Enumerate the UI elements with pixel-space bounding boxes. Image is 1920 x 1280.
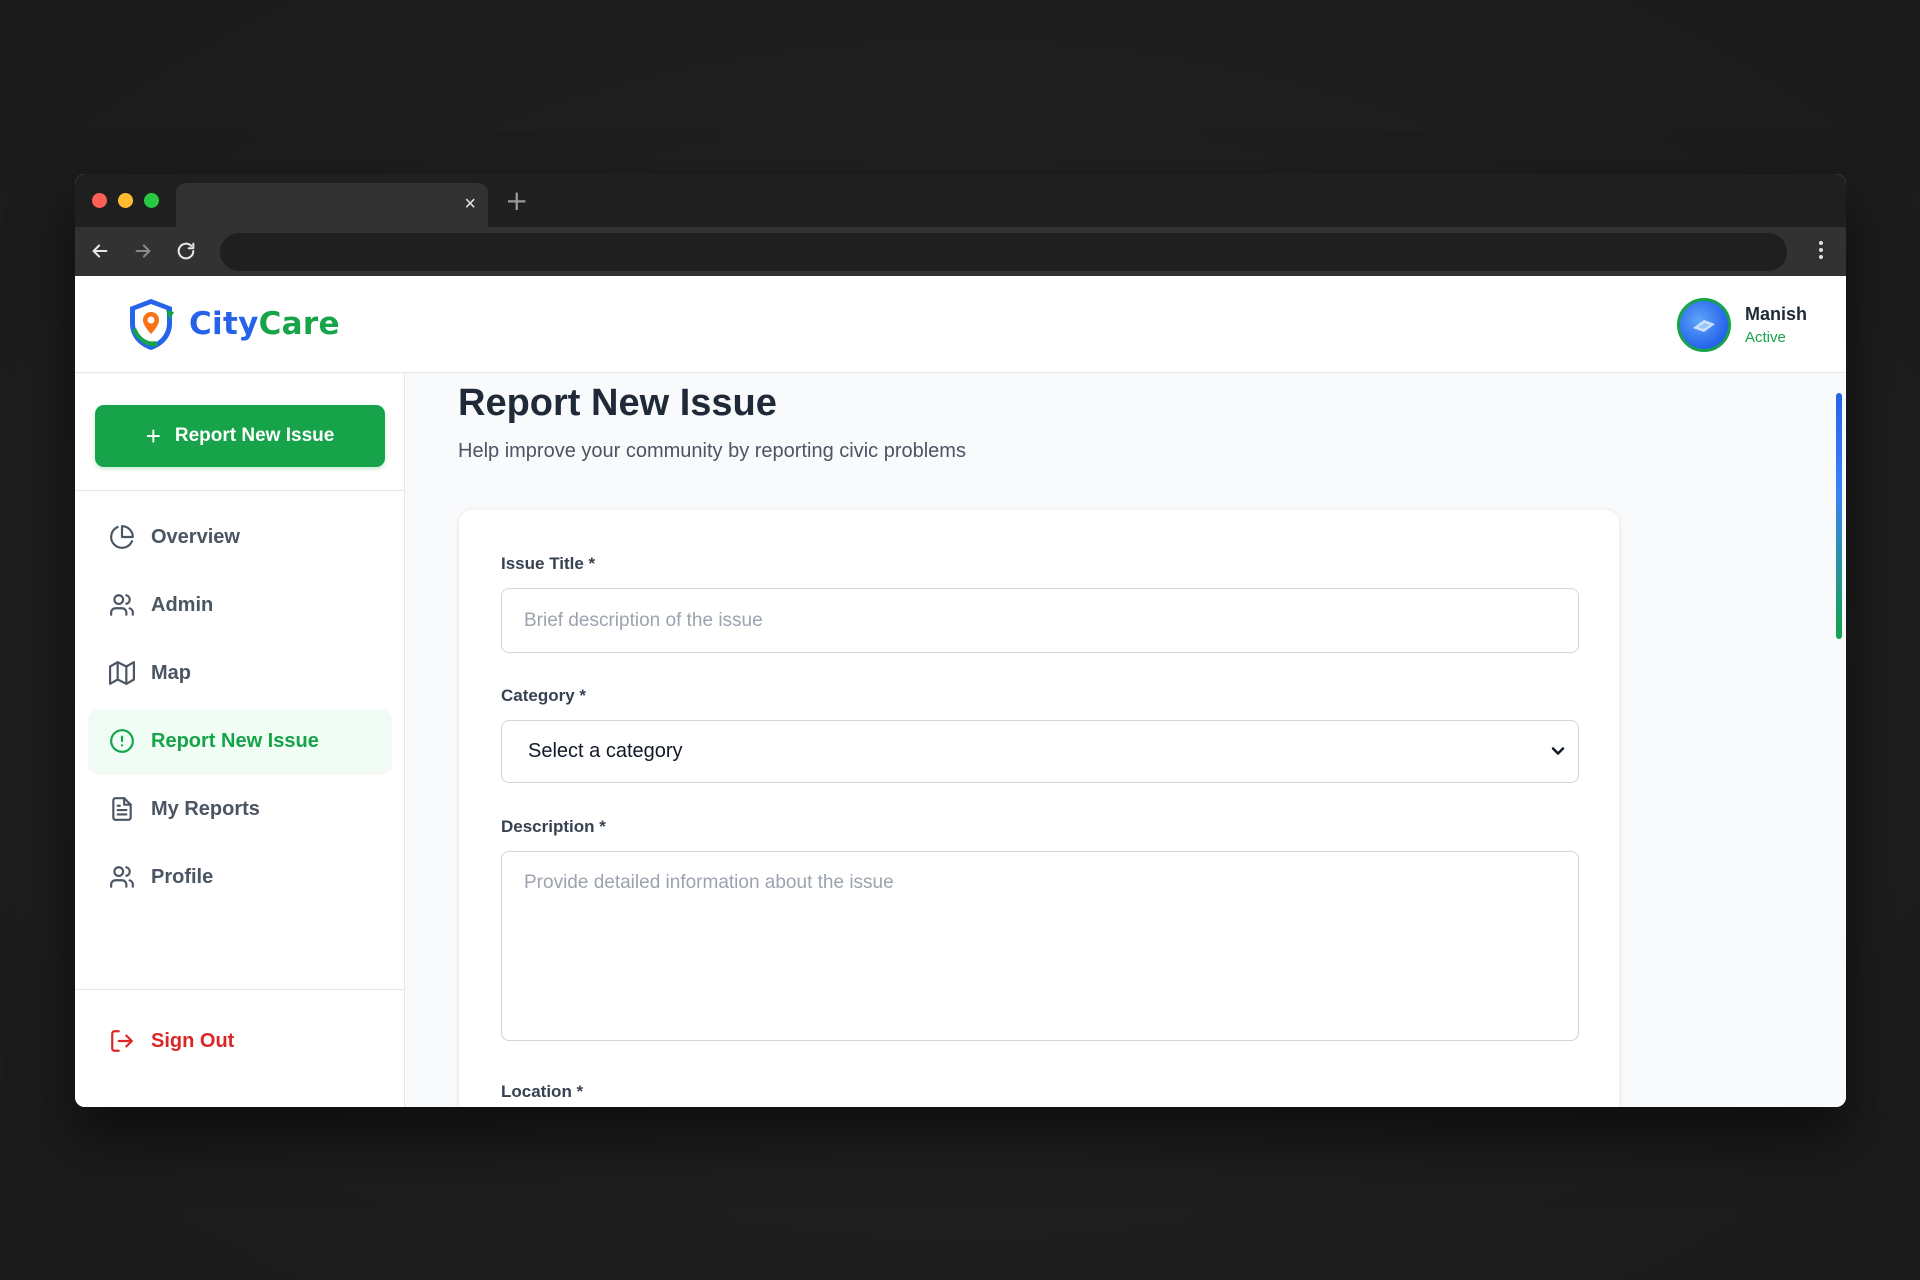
page-subtitle: Help improve your community by reporting… — [458, 440, 966, 462]
category-label: Category * — [501, 686, 587, 705]
alert-circle-icon — [110, 729, 134, 753]
description-label: Description * — [501, 817, 606, 836]
report-issue-form: Issue Title * Category * Select a catego… — [458, 509, 1620, 1107]
report-new-issue-button-label: Report New Issue — [174, 425, 335, 446]
close-tab-icon[interactable]: × — [464, 193, 476, 215]
issue-title-input[interactable] — [501, 588, 1579, 653]
reload-icon[interactable] — [172, 237, 200, 265]
shield-location-logo-icon — [130, 299, 174, 350]
location-label: Location * — [501, 1082, 584, 1101]
report-new-issue-button[interactable]: + Report New Issue — [95, 405, 385, 467]
minimize-window-button[interactable] — [118, 193, 133, 208]
forward-icon[interactable] — [129, 237, 157, 265]
category-select[interactable]: Select a category — [501, 720, 1579, 783]
sidebar-item-label: Overview — [151, 525, 240, 548]
sidebar-item-label: Report New Issue — [151, 729, 319, 752]
log-out-icon — [111, 1030, 133, 1052]
sidebar-item-label: Map — [151, 661, 191, 684]
avatar-image-icon — [1692, 320, 1715, 332]
browser-window: × + CityCare Manish Active + Report New … — [75, 174, 1846, 1107]
browser-tab[interactable]: × — [176, 183, 488, 227]
maximize-window-button[interactable] — [144, 193, 159, 208]
plus-icon: + — [145, 421, 161, 451]
browser-menu-icon[interactable] — [1816, 238, 1826, 264]
sidebar-nav: Overview Admin Map Report New Issue My R… — [89, 506, 391, 914]
app-root: CityCare Manish Active + Report New Issu… — [75, 276, 1846, 1107]
brand-name: CityCare — [189, 306, 340, 342]
new-tab-button[interactable]: + — [505, 186, 528, 216]
sign-out-button[interactable]: Sign Out — [109, 1028, 234, 1054]
address-bar[interactable] — [220, 233, 1787, 271]
pie-chart-icon — [110, 525, 134, 549]
users-icon — [110, 866, 134, 888]
sidebar-item-label: My Reports — [151, 797, 260, 820]
sidebar-item-label: Profile — [151, 865, 214, 888]
sidebar-item-admin[interactable]: Admin — [89, 574, 391, 636]
sidebar-item-profile[interactable]: Profile — [89, 846, 391, 908]
app-header: CityCare Manish Active — [75, 276, 1846, 373]
sidebar-divider — [75, 989, 404, 990]
category-select-value: Select a category — [528, 740, 683, 762]
user-name: Manish — [1744, 304, 1807, 324]
user-menu[interactable]: Manish Active — [1676, 298, 1807, 352]
description-textarea[interactable] — [501, 851, 1579, 1041]
chevron-down-icon — [1551, 747, 1565, 755]
back-icon[interactable] — [86, 237, 114, 265]
browser-toolbar — [75, 227, 1846, 276]
sidebar: + Report New Issue Overview Admin Map Re… — [75, 374, 405, 1107]
app-logo[interactable]: CityCare — [124, 296, 340, 352]
users-icon — [110, 594, 134, 616]
user-status: Active — [1744, 329, 1786, 346]
file-text-icon — [112, 797, 132, 821]
sign-out-label: Sign Out — [151, 1029, 235, 1052]
sidebar-item-my-reports[interactable]: My Reports — [89, 778, 391, 840]
sidebar-divider — [75, 490, 404, 491]
sidebar-item-report-new-issue[interactable]: Report New Issue — [89, 710, 391, 772]
main-content: Report New Issue Help improve your commu… — [406, 374, 1846, 1107]
sidebar-item-overview[interactable]: Overview — [89, 506, 391, 568]
page-title: Report New Issue — [458, 382, 777, 424]
page-scrollbar-thumb[interactable] — [1836, 393, 1842, 639]
close-window-button[interactable] — [92, 193, 107, 208]
issue-title-label: Issue Title * — [501, 554, 596, 573]
avatar[interactable] — [1676, 298, 1731, 352]
browser-tab-strip: × + — [75, 174, 1846, 227]
sidebar-item-map[interactable]: Map — [89, 642, 391, 704]
map-icon — [109, 661, 135, 685]
sidebar-item-label: Admin — [151, 593, 214, 616]
description-wrapper — [459, 851, 1619, 1041]
